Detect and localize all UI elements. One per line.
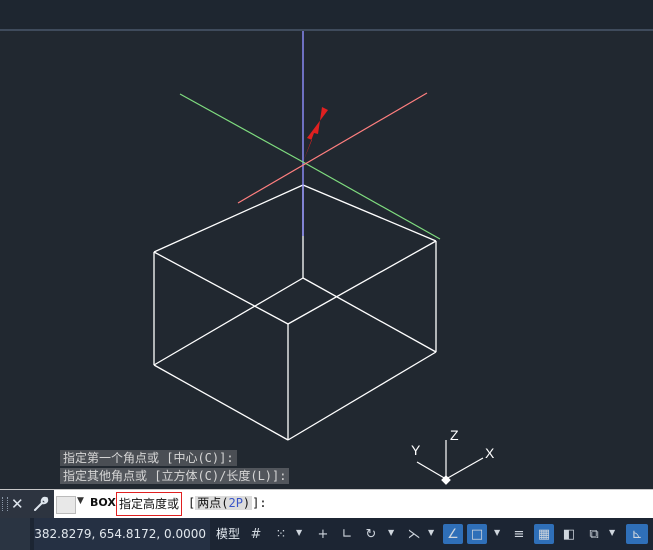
top-ribbon-strip (0, 0, 653, 31)
status-bar: 382.8279, 654.8172, 0.0000 模型 # ⁙ ▼ + ∟ … (0, 518, 653, 550)
command-name: BOX (90, 496, 116, 509)
coordinate-readout[interactable]: 382.8279, 654.8172, 0.0000 (34, 518, 210, 550)
bracket-close: ]: (252, 496, 267, 510)
command-line[interactable]: ✕ ▼ BOX 指定高度或 [两点(2P)]: (0, 489, 653, 518)
box-bottom-edge-right (287, 351, 437, 441)
ortho-mode-icon[interactable]: ∟ (338, 524, 356, 544)
ucs-x-label: X (485, 445, 495, 461)
grid-icon[interactable]: # (247, 524, 265, 544)
annotation-arrow (303, 107, 328, 162)
3d-object-snap-icon[interactable]: ⧉ (584, 524, 604, 544)
close-icon[interactable]: ✕ (11, 494, 24, 514)
chevron-down-icon[interactable]: ▼ (428, 528, 434, 537)
crosshair-y-axis (179, 93, 304, 163)
command-box-icon[interactable] (56, 496, 76, 514)
lineweight-icon[interactable]: ≡ (510, 524, 528, 544)
status-left-spacer (0, 518, 30, 550)
transparency-icon[interactable]: ▦ (534, 524, 554, 544)
command-options: [两点(2P)]: (188, 492, 267, 514)
chevron-down-icon[interactable]: ▼ (388, 528, 394, 537)
command-history: 指定第一个角点或 [中心(C)]: 指定其他角点或 [立方体(C)/长度(L)]… (60, 450, 290, 486)
command-prompt: 指定高度或 (116, 492, 183, 516)
box-hidden-bottom-left (153, 277, 304, 366)
dynamic-input-icon[interactable]: + (314, 524, 332, 544)
box-top-edge-back-right (302, 184, 437, 242)
polar-tracking-icon[interactable]: ↻ (362, 524, 380, 544)
crosshair-x-axis (237, 92, 428, 204)
model-space-toggle[interactable]: 模型 (212, 518, 244, 550)
box-top-edge-back-left (153, 184, 304, 253)
box-top-edge-front-left (153, 251, 289, 325)
chevron-down-icon[interactable]: ▼ (77, 496, 84, 506)
box-hidden-bottom-right (302, 277, 437, 353)
option-post: ) (242, 496, 251, 510)
box-bottom-edge-left (153, 364, 289, 441)
option-pre: 两点( (197, 496, 229, 510)
wrench-icon[interactable] (32, 495, 50, 513)
chevron-down-icon[interactable]: ▼ (609, 528, 615, 537)
option-two-points[interactable]: 两点(2P) (195, 496, 253, 510)
option-key: 2P (228, 496, 243, 510)
chevron-down-icon[interactable]: ▼ (494, 528, 500, 537)
ucs-icon (416, 440, 484, 485)
crosshair-y-axis-ext (302, 161, 441, 240)
wireframe-box (153, 184, 437, 441)
isometric-drafting-icon[interactable]: ⋋ (405, 524, 423, 544)
dynamic-ucs-icon[interactable]: ⊾ (626, 524, 648, 544)
grip-handle-icon[interactable] (2, 497, 8, 511)
ucs-z-label: Z (450, 427, 459, 443)
snap-mode-icon[interactable]: ⁙ (272, 524, 290, 544)
chevron-down-icon[interactable]: ▼ (296, 528, 302, 537)
selection-cycling-icon[interactable]: ◧ (560, 524, 578, 544)
ucs-y-label: Y (411, 442, 421, 458)
history-line-2: 指定其他角点或 [立方体(C)/长度(L)]: (60, 468, 290, 484)
object-snap-tracking-icon[interactable]: ∠ (443, 524, 463, 544)
history-line-1: 指定第一个角点或 [中心(C)]: (60, 450, 237, 466)
object-snap-icon[interactable]: □ (467, 524, 487, 544)
command-line-tools: ✕ (0, 490, 54, 518)
drawing-viewport[interactable]: Z Y X (0, 31, 653, 489)
